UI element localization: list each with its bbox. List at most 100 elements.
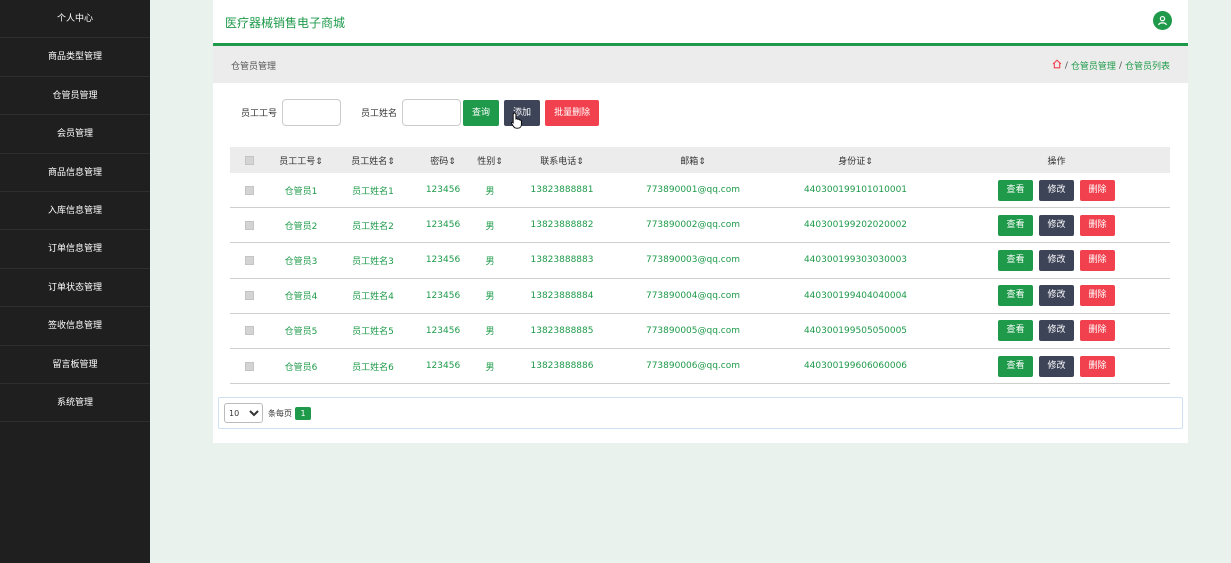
page-size-suffix: 条每页 <box>268 408 292 418</box>
table-row: 仓管员1 员工姓名1 123456 男 13823888881 77389000… <box>230 173 1170 209</box>
breadcrumb-warehouse-staff[interactable]: 仓管员管理 <box>1071 59 1116 72</box>
delete-button[interactable]: 删除 <box>1080 179 1115 201</box>
view-button[interactable]: 查看 <box>998 249 1033 271</box>
table-header: 员工工号⇕ 员工姓名⇕ 密码⇕ 性别⇕ 联系电话⇕ 邮箱⇕ 身份证⇕ 操作 <box>230 147 1170 173</box>
table-row: 仓管员2 员工姓名2 123456 男 13823888882 77389000… <box>230 208 1170 244</box>
cell-phone: 13823888885 <box>530 325 594 336</box>
delete-button[interactable]: 删除 <box>1080 320 1115 342</box>
row-checkbox[interactable] <box>244 255 254 265</box>
row-checkbox[interactable] <box>244 185 254 195</box>
row-actions: 查看 修改 删除 <box>943 320 1170 342</box>
row-checkbox[interactable] <box>244 291 254 301</box>
col-header[interactable]: 邮箱⇕ <box>618 154 768 167</box>
cell-email: 773890005@qq.com <box>645 325 741 336</box>
emp-name-label: 员工姓名 <box>361 109 398 119</box>
col-header[interactable]: 联系电话⇕ <box>506 154 618 167</box>
cell-email: 773890004@qq.com <box>645 290 741 301</box>
view-button[interactable]: 查看 <box>998 285 1033 307</box>
edit-button[interactable]: 修改 <box>1039 355 1074 377</box>
batch-delete-button[interactable]: 批量删除 <box>545 99 600 126</box>
sidebar-item-members[interactable]: 会员管理 <box>0 115 150 154</box>
col-header[interactable]: 员工工号⇕ <box>268 154 334 167</box>
cell-phone: 13823888883 <box>530 255 594 266</box>
cell-password: 123456 <box>425 255 461 266</box>
view-button[interactable]: 查看 <box>998 320 1033 342</box>
sidebar-item-stock-in[interactable]: 入库信息管理 <box>0 192 150 231</box>
cell-password: 123456 <box>425 220 461 231</box>
sidebar-item-product-info[interactable]: 商品信息管理 <box>0 154 150 192</box>
cell-gender: 男 <box>485 362 495 373</box>
breadcrumb-separator: / <box>1064 60 1068 71</box>
col-header[interactable]: 性别⇕ <box>474 154 506 167</box>
delete-button[interactable]: 删除 <box>1080 214 1115 236</box>
edit-button[interactable]: 修改 <box>1039 285 1074 307</box>
cell-id-card: 440300199404040004 <box>803 290 908 301</box>
row-checkbox[interactable] <box>244 326 254 336</box>
col-header[interactable]: 员工姓名⇕ <box>334 154 412 167</box>
sidebar-item-warehouse-staff[interactable]: 仓管员管理 <box>0 77 150 116</box>
home-icon[interactable] <box>1052 59 1062 72</box>
page-size-select[interactable]: 10 <box>224 403 263 423</box>
edit-button[interactable]: 修改 <box>1039 320 1074 342</box>
sidebar-item-message-board[interactable]: 留言板管理 <box>0 346 150 384</box>
user-icon[interactable] <box>1153 11 1172 30</box>
row-actions: 查看 修改 删除 <box>943 355 1170 377</box>
select-all-checkbox[interactable] <box>244 155 254 165</box>
sidebar-item-order-status[interactable]: 订单状态管理 <box>0 269 150 308</box>
cell-name: 员工姓名6 <box>352 362 394 373</box>
view-button[interactable]: 查看 <box>998 355 1033 377</box>
add-button[interactable]: 添加 <box>504 99 541 126</box>
cell-id-card: 440300199202020002 <box>803 220 908 231</box>
emp-no-input[interactable] <box>282 99 342 126</box>
row-actions: 查看 修改 删除 <box>943 179 1170 201</box>
edit-button[interactable]: 修改 <box>1039 214 1074 236</box>
cell-name: 员工姓名3 <box>352 256 394 267</box>
breadcrumb-staff-list[interactable]: 仓管员列表 <box>1125 59 1170 72</box>
sidebar-item-orders[interactable]: 订单信息管理 <box>0 230 150 269</box>
sidebar-item-profile[interactable]: 个人中心 <box>0 0 150 39</box>
cell-password: 123456 <box>425 290 461 301</box>
emp-name-input[interactable] <box>402 99 462 126</box>
sidebar-item-system[interactable]: 系统管理 <box>0 384 150 423</box>
edit-button[interactable]: 修改 <box>1039 249 1074 271</box>
cell-emp-no: 仓管员4 <box>284 292 318 303</box>
staff-table: 员工工号⇕ 员工姓名⇕ 密码⇕ 性别⇕ 联系电话⇕ 邮箱⇕ 身份证⇕ 操作 仓管… <box>230 147 1170 385</box>
cell-email: 773890001@qq.com <box>645 185 741 196</box>
row-actions: 查看 修改 删除 <box>943 285 1170 307</box>
view-button[interactable]: 查看 <box>998 214 1033 236</box>
cell-name: 员工姓名1 <box>352 186 394 197</box>
sidebar-item-receipts[interactable]: 签收信息管理 <box>0 307 150 346</box>
cell-emp-no: 仓管员3 <box>284 256 318 267</box>
breadcrumb-bar: 仓管员管理 / 仓管员管理 / 仓管员列表 <box>213 46 1188 83</box>
cell-phone: 13823888881 <box>530 185 594 196</box>
view-button[interactable]: 查看 <box>998 179 1033 201</box>
row-checkbox[interactable] <box>244 361 254 371</box>
col-header-actions: 操作 <box>1047 156 1066 167</box>
edit-button[interactable]: 修改 <box>1039 179 1074 201</box>
table-row: 仓管员3 员工姓名3 123456 男 13823888883 77389000… <box>230 243 1170 279</box>
cell-gender: 男 <box>485 292 495 303</box>
cell-password: 123456 <box>425 325 461 336</box>
main-content: 员工工号 员工姓名 查询 添加 批量删除 员工工号⇕ 员工姓名⇕ 密码⇕ 性别⇕… <box>213 83 1188 443</box>
emp-no-label: 员工工号 <box>241 109 278 119</box>
col-header[interactable]: 身份证⇕ <box>768 154 943 167</box>
delete-button[interactable]: 删除 <box>1080 285 1115 307</box>
cell-name: 员工姓名5 <box>352 327 394 338</box>
sidebar-item-product-types[interactable]: 商品类型管理 <box>0 38 150 77</box>
breadcrumb: / 仓管员管理 / 仓管员列表 <box>1052 59 1170 72</box>
cell-emp-no: 仓管员1 <box>284 186 318 197</box>
cell-id-card: 440300199101010001 <box>803 185 908 196</box>
cell-gender: 男 <box>485 186 495 197</box>
cell-phone: 13823888886 <box>530 361 594 372</box>
row-checkbox[interactable] <box>244 220 254 230</box>
query-button[interactable]: 查询 <box>463 99 500 126</box>
breadcrumb-separator: / <box>1118 60 1122 71</box>
cell-id-card: 440300199303030003 <box>803 255 908 266</box>
col-header[interactable]: 密码⇕ <box>412 154 474 167</box>
delete-button[interactable]: 删除 <box>1080 249 1115 271</box>
cell-id-card: 440300199606060006 <box>803 361 908 372</box>
delete-button[interactable]: 删除 <box>1080 355 1115 377</box>
page-number-current[interactable]: 1 <box>295 406 311 420</box>
cell-name: 员工姓名4 <box>352 292 394 303</box>
cell-password: 123456 <box>425 185 461 196</box>
